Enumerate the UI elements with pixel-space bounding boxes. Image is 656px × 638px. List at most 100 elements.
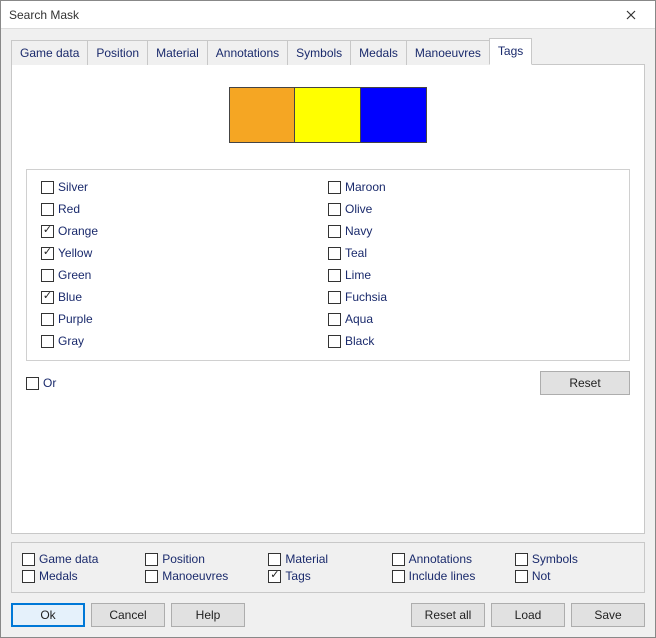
footer-cell: Symbols	[515, 552, 634, 566]
checkbox-label: Annotations	[409, 552, 472, 566]
color-check-navy[interactable]: Navy	[328, 224, 615, 238]
footer-checkbox-group: Game data Position Material Annotations Symb…	[11, 542, 645, 593]
window-title: Search Mask	[9, 8, 611, 22]
color-check-red[interactable]: Red	[41, 202, 328, 216]
color-check-green[interactable]: Green	[41, 268, 328, 282]
color-check-orange[interactable]: Orange	[41, 224, 328, 238]
footer-cell: Annotations	[392, 552, 511, 566]
tab-label: Tags	[498, 44, 523, 58]
swatch-orange	[229, 87, 295, 143]
checkbox-label: Fuchsia	[345, 290, 387, 304]
checkbox-label: Green	[58, 268, 91, 282]
footer-cell: Include lines	[392, 569, 511, 583]
color-column-right: Maroon Olive Navy Teal Lime Fuchsia Aqua Black	[328, 180, 615, 348]
checkbox-box	[328, 335, 341, 348]
cancel-button[interactable]: Cancel	[91, 603, 165, 627]
swatch-yellow	[295, 87, 361, 143]
footer-check-tags[interactable]: Tags	[268, 569, 387, 583]
color-check-blue[interactable]: Blue	[41, 290, 328, 304]
checkbox-label: Include lines	[409, 569, 476, 583]
load-button[interactable]: Load	[491, 603, 565, 627]
help-button[interactable]: Help	[171, 603, 245, 627]
checkbox-label: Silver	[58, 180, 88, 194]
color-check-yellow[interactable]: Yellow	[41, 246, 328, 260]
checkbox-box	[41, 269, 54, 282]
checkbox-box	[41, 203, 54, 216]
color-column-left: Silver Red Orange Yellow Green Blue Purple Gray	[41, 180, 328, 348]
checkbox-label: Lime	[345, 268, 371, 282]
color-check-fuchsia[interactable]: Fuchsia	[328, 290, 615, 304]
color-checkbox-group: Silver Red Orange Yellow Green Blue Purple Gray…	[26, 169, 630, 361]
color-check-maroon[interactable]: Maroon	[328, 180, 615, 194]
color-check-gray[interactable]: Gray	[41, 334, 328, 348]
tab-game-data[interactable]: Game data	[11, 40, 88, 65]
checkbox-box	[268, 553, 281, 566]
checkbox-box	[26, 377, 39, 390]
tab-label: Material	[156, 46, 199, 60]
tabpage-tags: Silver Red Orange Yellow Green Blue Purple Gray…	[11, 64, 645, 534]
checkbox-box	[41, 225, 54, 238]
footer-row-2: Medals Manoeuvres Tags Include lines Not	[22, 569, 634, 583]
footer-check-game-data[interactable]: Game data	[22, 552, 141, 566]
footer-check-symbols[interactable]: Symbols	[515, 552, 634, 566]
tab-label: Game data	[20, 46, 79, 60]
checkbox-label: Symbols	[532, 552, 578, 566]
checkbox-box	[41, 247, 54, 260]
checkbox-box	[328, 313, 341, 326]
color-check-teal[interactable]: Teal	[328, 246, 615, 260]
checkbox-box	[268, 570, 281, 583]
checkbox-label: Purple	[58, 312, 93, 326]
footer-check-material[interactable]: Material	[268, 552, 387, 566]
checkbox-label: Material	[285, 552, 328, 566]
checkbox-label: Maroon	[345, 180, 386, 194]
ok-button[interactable]: Ok	[11, 603, 85, 627]
or-checkbox[interactable]: Or	[26, 376, 56, 390]
footer-check-include-lines[interactable]: Include lines	[392, 569, 511, 583]
footer-check-not[interactable]: Not	[515, 569, 634, 583]
dialog-button-row: Ok Cancel Help Reset all Load Save	[11, 603, 645, 627]
footer-check-manoeuvres[interactable]: Manoeuvres	[145, 569, 264, 583]
tab-manoeuvres[interactable]: Manoeuvres	[406, 40, 490, 65]
color-check-olive[interactable]: Olive	[328, 202, 615, 216]
checkbox-label: Tags	[285, 569, 310, 583]
color-check-aqua[interactable]: Aqua	[328, 312, 615, 326]
footer-check-annotations[interactable]: Annotations	[392, 552, 511, 566]
footer-row-1: Game data Position Material Annotations Symb…	[22, 552, 634, 566]
footer-check-medals[interactable]: Medals	[22, 569, 141, 583]
reset-button[interactable]: Reset	[540, 371, 630, 395]
color-check-purple[interactable]: Purple	[41, 312, 328, 326]
under-grid-row: Or Reset	[26, 371, 630, 395]
tab-symbols[interactable]: Symbols	[287, 40, 351, 65]
titlebar: Search Mask	[1, 1, 655, 29]
color-check-silver[interactable]: Silver	[41, 180, 328, 194]
close-button[interactable]	[611, 1, 651, 28]
checkbox-box	[22, 553, 35, 566]
tab-tags[interactable]: Tags	[489, 38, 532, 65]
checkbox-box	[41, 335, 54, 348]
tab-medals[interactable]: Medals	[350, 40, 407, 65]
color-check-black[interactable]: Black	[328, 334, 615, 348]
checkbox-label: Medals	[39, 569, 78, 583]
checkbox-label: Red	[58, 202, 80, 216]
reset-all-button[interactable]: Reset all	[411, 603, 485, 627]
save-button[interactable]: Save	[571, 603, 645, 627]
color-check-lime[interactable]: Lime	[328, 268, 615, 282]
checkbox-label: Manoeuvres	[162, 569, 228, 583]
tab-label: Medals	[359, 46, 398, 60]
tab-material[interactable]: Material	[147, 40, 208, 65]
tab-position[interactable]: Position	[87, 40, 148, 65]
search-mask-window: Search Mask Game data Position Material Ann…	[0, 0, 656, 638]
tab-label: Annotations	[216, 46, 279, 60]
checkbox-box	[328, 203, 341, 216]
swatch-blue	[361, 87, 427, 143]
footer-cell: Medals	[22, 569, 141, 583]
footer-cell: Material	[268, 552, 387, 566]
checkbox-box	[328, 225, 341, 238]
checkbox-label: Not	[532, 569, 551, 583]
checkbox-label: Olive	[345, 202, 372, 216]
checkbox-label: Blue	[58, 290, 82, 304]
checkbox-box	[328, 247, 341, 260]
checkbox-box	[41, 181, 54, 194]
footer-check-position[interactable]: Position	[145, 552, 264, 566]
tab-annotations[interactable]: Annotations	[207, 40, 288, 65]
